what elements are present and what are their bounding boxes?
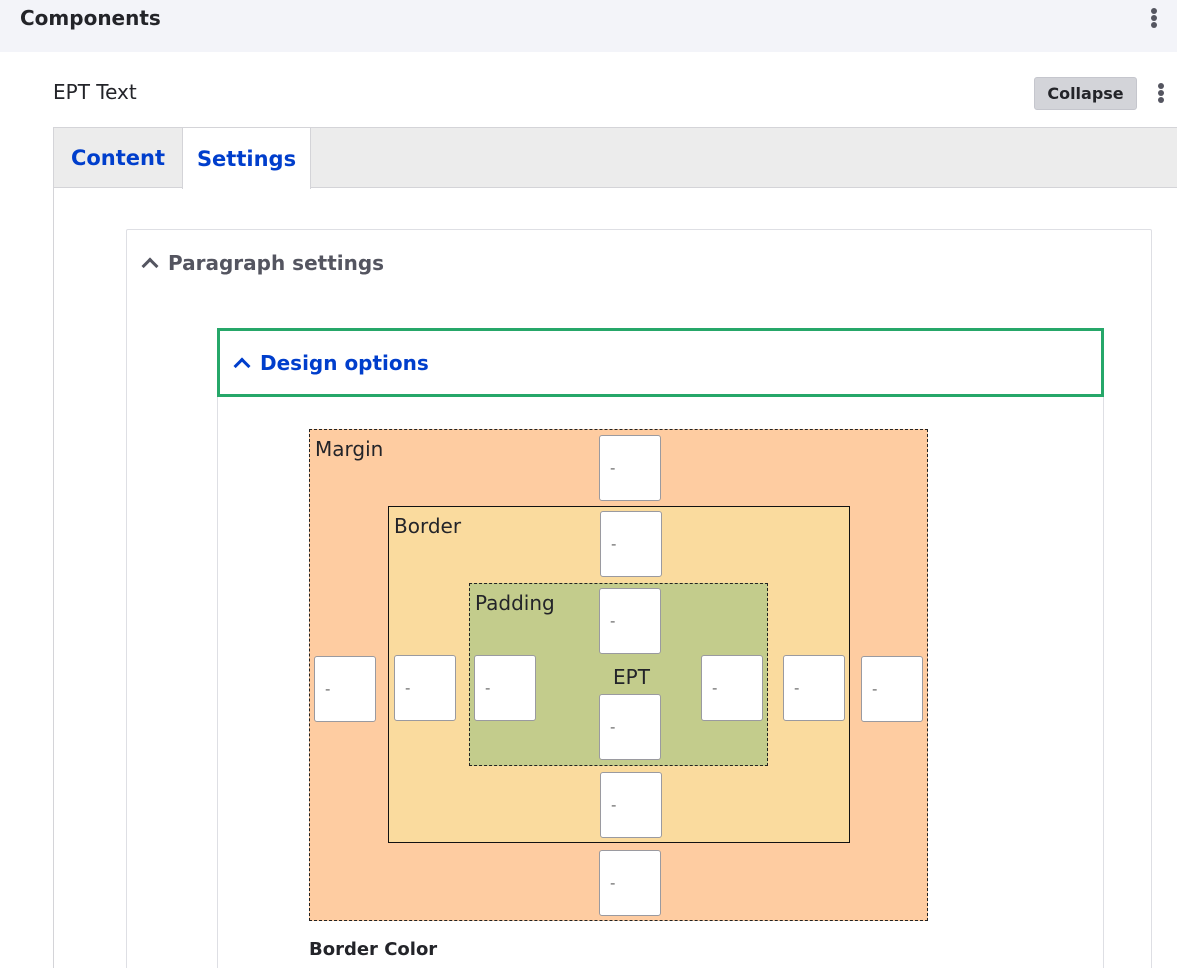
paragraph-item-title: EPT Text [53, 80, 137, 104]
margin-top-input[interactable] [599, 435, 661, 501]
components-title: Components [20, 6, 161, 30]
components-header: Components [0, 0, 1177, 52]
padding-top-input[interactable] [599, 588, 661, 654]
border-bottom-input[interactable] [600, 772, 662, 838]
collapse-button[interactable]: Collapse [1034, 77, 1137, 110]
item-more-actions-icon[interactable] [1154, 80, 1168, 106]
design-options-toggle[interactable]: Design options [217, 328, 1104, 397]
margin-left-input[interactable] [314, 656, 376, 722]
padding-right-input[interactable] [701, 655, 763, 721]
border-right-input[interactable] [783, 655, 845, 721]
content-label: EPT [613, 665, 650, 689]
border-color-label: Border Color [309, 939, 438, 960]
tabs-bar: Content Settings [53, 127, 1177, 189]
tab-settings[interactable]: Settings [182, 128, 311, 189]
padding-label: Padding [475, 591, 555, 615]
border-top-input[interactable] [600, 511, 662, 577]
chevron-up-icon [233, 357, 251, 374]
border-left-input[interactable] [394, 655, 456, 721]
tab-content[interactable]: Content [54, 128, 182, 188]
margin-label: Margin [315, 437, 384, 461]
margin-right-input[interactable] [861, 656, 923, 722]
margin-bottom-input[interactable] [599, 850, 661, 916]
design-options-label: Design options [260, 350, 429, 375]
border-label: Border [394, 514, 462, 538]
chevron-up-icon [141, 257, 159, 275]
components-more-actions-icon[interactable] [1147, 5, 1161, 31]
paragraph-settings-toggle[interactable]: Paragraph settings [141, 251, 385, 275]
padding-left-input[interactable] [474, 655, 536, 721]
paragraph-settings-label: Paragraph settings [168, 251, 385, 275]
padding-bottom-input[interactable] [599, 694, 661, 760]
